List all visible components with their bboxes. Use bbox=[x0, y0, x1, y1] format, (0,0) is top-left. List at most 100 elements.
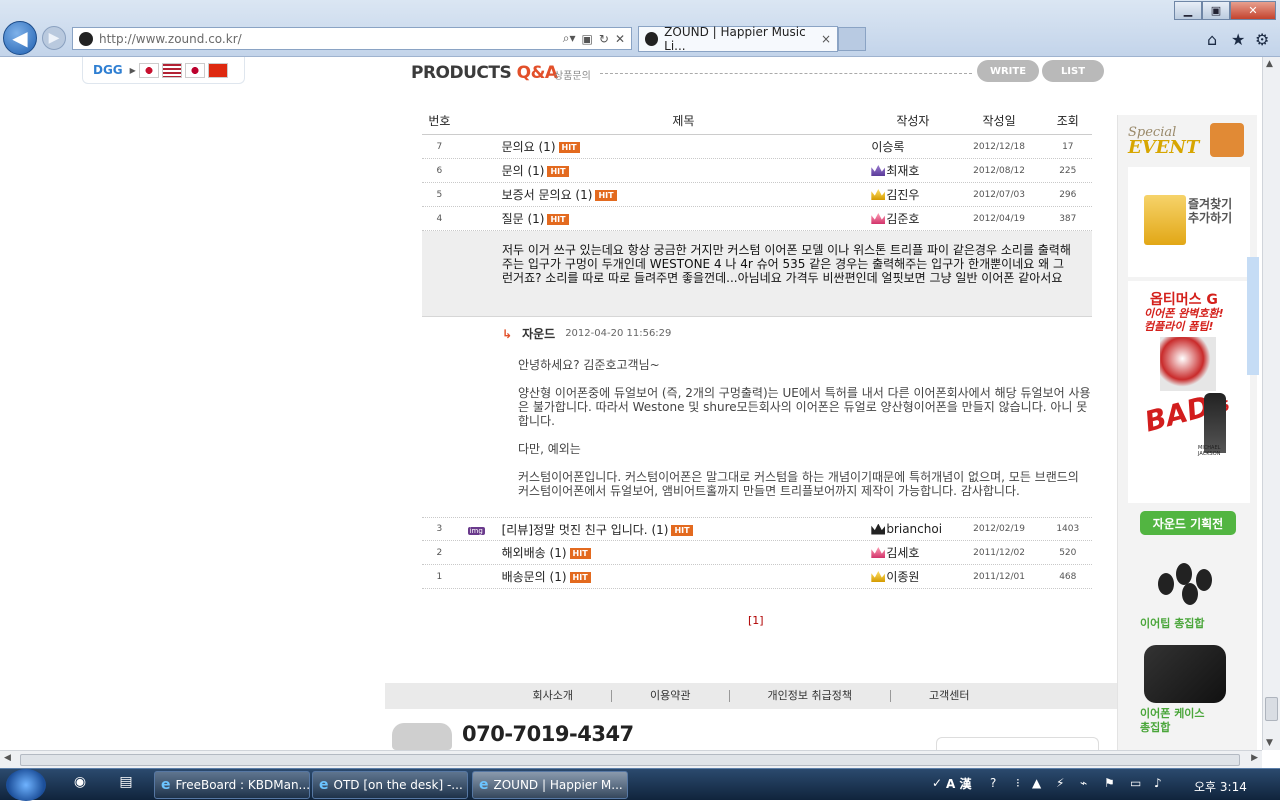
url-text[interactable]: http://www.zound.co.kr/ bbox=[99, 32, 563, 46]
optimus-banner-text[interactable]: 이어폰 완벽호환! 컴플라이 폼팁! bbox=[1144, 307, 1224, 333]
row-no: 5 bbox=[436, 189, 443, 200]
footer-nav: 회사소개 이용약관 개인정보 취급정책 고객센터 bbox=[385, 683, 1117, 709]
row-subject[interactable]: [리뷰]정말 멋진 친구 입니다. (1) HIT bbox=[496, 521, 872, 538]
row-date: 2012/08/12 bbox=[973, 165, 1025, 176]
row-subject[interactable]: 문의요 (1) HIT bbox=[496, 138, 872, 155]
table-row[interactable]: 4 질문 (1) HIT 김준호 2012/04/19 387 bbox=[422, 207, 1092, 231]
footer-link-privacy[interactable]: 개인정보 취급정책 bbox=[730, 690, 891, 702]
folder-star-icon bbox=[1144, 195, 1186, 245]
taskbar-zound[interactable]: e ZOUND | Happier M... bbox=[472, 771, 628, 799]
china-flag-icon[interactable] bbox=[207, 62, 228, 78]
japan-flag-icon[interactable] bbox=[184, 62, 205, 78]
site-favicon-icon bbox=[79, 31, 93, 46]
refresh-icon[interactable]: ↻ bbox=[599, 32, 609, 46]
language-bar-icon[interactable]: ✓ bbox=[932, 776, 942, 790]
minimize-button[interactable]: ▁ bbox=[1174, 1, 1202, 20]
row-subject[interactable]: 보증서 문의요 (1) HIT bbox=[496, 186, 872, 203]
zound-exhibition-button[interactable]: 자운드 기획전 bbox=[1140, 511, 1236, 535]
title-main: PRODUCTS bbox=[411, 63, 517, 83]
horizontal-scroll-thumb[interactable] bbox=[20, 754, 1240, 766]
mj-label: MICHAEL JACKSON bbox=[1198, 445, 1221, 457]
network-icon[interactable]: ▭ bbox=[1130, 776, 1141, 790]
scroll-down-icon[interactable]: ▼ bbox=[1266, 738, 1273, 748]
header-no: 번호 bbox=[428, 114, 451, 128]
qa-table: 번호 제목 작성자 작성일 조회 7 문의요 (1) HIT 이승록 2012/1… bbox=[422, 107, 1092, 589]
table-header: 번호 제목 작성자 작성일 조회 bbox=[422, 107, 1092, 135]
page-viewport: DGG ▶ PRODUCTS Q&A 상품문의 WRITE LIST 번호 제목… bbox=[0, 57, 1262, 750]
taskbar-freeboard[interactable]: e FreeBoard : KBDMan... bbox=[154, 771, 310, 799]
row-no: 2 bbox=[436, 547, 443, 558]
row-author: brianchoi bbox=[871, 522, 954, 536]
table-row[interactable]: 7 문의요 (1) HIT 이승록 2012/12/18 17 bbox=[422, 135, 1092, 159]
title-accent: Q&A bbox=[516, 63, 558, 83]
flag-icon[interactable]: ⚑ bbox=[1104, 776, 1115, 790]
pagination-page-1[interactable]: [1] bbox=[748, 614, 764, 627]
row-views: 520 bbox=[1059, 547, 1077, 558]
favorites-star-icon[interactable]: ★ bbox=[1231, 30, 1245, 49]
header-subject: 제목 bbox=[672, 114, 695, 128]
earphone-case-image[interactable] bbox=[1144, 645, 1226, 703]
row-subject[interactable]: 질문 (1) HIT bbox=[496, 210, 872, 227]
table-row[interactable]: 6 문의 (1) HIT 최재호 2012/08/12 225 bbox=[422, 159, 1092, 183]
row-views: 1403 bbox=[1056, 524, 1080, 534]
table-row[interactable]: 5 보증서 문의요 (1) HIT 김진우 2012/07/03 296 bbox=[422, 183, 1092, 207]
horizontal-scrollbar[interactable]: ◀ ▶ bbox=[0, 750, 1262, 768]
explorer-folder-icon[interactable]: ▤ bbox=[112, 774, 140, 796]
vertical-scrollbar[interactable]: ▲ ▼ bbox=[1262, 57, 1280, 750]
tray-expand-icon[interactable]: ▲ bbox=[1032, 776, 1041, 790]
volume-icon[interactable]: ♪ bbox=[1154, 776, 1162, 790]
clock[interactable]: 오후 3:14 bbox=[1194, 778, 1247, 795]
row-author: 김진우 bbox=[871, 186, 954, 203]
row-author: 최재호 bbox=[871, 162, 954, 179]
optimus-banner-title[interactable]: 옵티머스 G bbox=[1150, 289, 1218, 309]
pink-crown-icon bbox=[871, 213, 886, 224]
tools-gear-icon[interactable]: ⚙ bbox=[1255, 30, 1269, 49]
close-window-button[interactable]: ✕ bbox=[1230, 1, 1276, 20]
start-button[interactable] bbox=[6, 769, 46, 801]
address-bar[interactable]: http://www.zound.co.kr/ ⌕▾ ▣ ↻ ✕ bbox=[72, 27, 632, 50]
help-icon[interactable]: ? bbox=[990, 776, 996, 790]
footer-link-support[interactable]: 고객센터 bbox=[891, 690, 1007, 702]
vertical-scroll-thumb[interactable] bbox=[1265, 697, 1278, 721]
dgg-label[interactable]: DGG bbox=[93, 63, 123, 77]
row-subject[interactable]: 해외배송 (1) HIT bbox=[496, 544, 872, 561]
media-player-icon[interactable]: ◉ bbox=[66, 774, 94, 796]
footer-link-about[interactable]: 회사소개 bbox=[495, 690, 613, 702]
special-event-heading: Special EVENT bbox=[1128, 125, 1200, 158]
table-row[interactable]: 3 img [리뷰]정말 멋진 친구 입니다. (1) HIT brianchoi… bbox=[422, 517, 1092, 541]
back-button[interactable]: ◀ bbox=[3, 21, 37, 55]
update-icon[interactable]: ⚡ bbox=[1056, 776, 1064, 790]
table-row[interactable]: 1 배송문의 (1) HIT 이종원 2011/12/01 468 bbox=[422, 565, 1092, 589]
row-author: 김준호 bbox=[871, 210, 954, 227]
tab-close-icon[interactable]: × bbox=[821, 32, 831, 46]
usa-flag-icon[interactable] bbox=[161, 62, 182, 78]
eartips-label[interactable]: 이어팁 총집합 bbox=[1140, 615, 1205, 631]
korea-flag-icon[interactable] bbox=[138, 62, 159, 78]
eartips-image[interactable] bbox=[1158, 555, 1218, 605]
scroll-left-icon[interactable]: ◀ bbox=[4, 753, 11, 763]
usb-icon[interactable]: ⌁ bbox=[1080, 776, 1087, 790]
stop-icon[interactable]: ✕ bbox=[615, 32, 625, 46]
list-button[interactable]: LIST bbox=[1042, 60, 1104, 82]
compat-icon[interactable]: ▣ bbox=[582, 32, 593, 46]
home-icon[interactable]: ⌂ bbox=[1207, 30, 1217, 49]
maximize-button[interactable]: ▣ bbox=[1202, 1, 1230, 20]
search-icon[interactable]: ⌕▾ bbox=[563, 31, 576, 46]
footer-link-terms[interactable]: 이용약관 bbox=[612, 690, 730, 702]
language-selector: DGG ▶ bbox=[82, 57, 245, 84]
ime-indicator[interactable]: A 漢 bbox=[946, 775, 971, 792]
table-row[interactable]: 2 해외배송 (1) HIT 김세호 2011/12/02 520 bbox=[422, 541, 1092, 565]
new-tab-button[interactable] bbox=[838, 27, 866, 51]
scroll-up-icon[interactable]: ▲ bbox=[1266, 59, 1273, 69]
favorites-text[interactable]: 즐겨찾기 추가하기 bbox=[1188, 197, 1232, 225]
earphone-case-label[interactable]: 이어폰 케이스 총집합 bbox=[1140, 707, 1205, 735]
scroll-right-icon[interactable]: ▶ bbox=[1251, 753, 1258, 763]
write-button[interactable]: WRITE bbox=[977, 60, 1039, 82]
row-subject[interactable]: 배송문의 (1) HIT bbox=[496, 568, 872, 585]
page-title: PRODUCTS Q&A bbox=[411, 63, 558, 83]
options-icon[interactable]: ⁝ bbox=[1016, 776, 1020, 790]
taskbar-otd[interactable]: e OTD [on the desk] -... bbox=[312, 771, 468, 799]
row-subject[interactable]: 문의 (1) HIT bbox=[496, 162, 872, 179]
forward-button[interactable]: ▶ bbox=[42, 26, 66, 50]
tab-zound[interactable]: ZOUND | Happier Music Li... × bbox=[638, 25, 838, 53]
